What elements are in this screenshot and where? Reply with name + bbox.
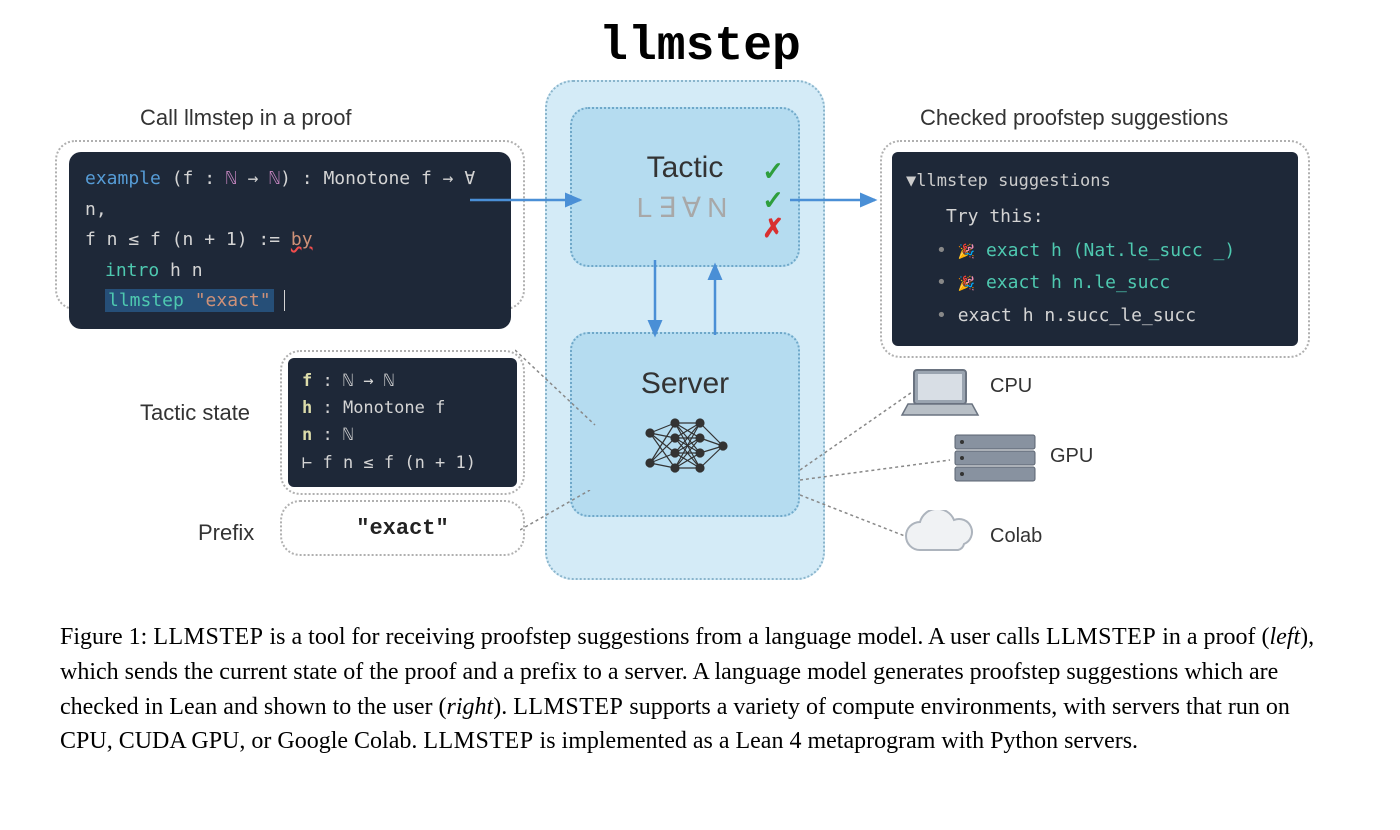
cpu-label: CPU (990, 375, 1032, 398)
code-line-1: example (f : ℕ → ℕ) : Monotone f → ∀ n, (85, 164, 495, 225)
prefix-label: Prefix (198, 520, 254, 546)
code-line-2: f n ≤ f (n + 1) := by (85, 225, 495, 256)
tactic-box: Tactic L∃∀N ✓ ✓ ✗ (570, 107, 800, 267)
right-heading: Checked proofstep suggestions (920, 105, 1228, 131)
cross-icon: ✗ (762, 214, 784, 243)
code-line-4: llmstep "exact" (85, 286, 495, 317)
tactic-label: Tactic (647, 151, 724, 185)
suggestion-item[interactable]: • 🎉 exact h (Nat.le_succ _) (936, 235, 1280, 267)
check-icon: ✓ (762, 186, 784, 215)
vertical-arrows (620, 260, 760, 350)
suggestions-panel: ▼llmstep suggestions Try this: • 🎉 exact… (892, 152, 1298, 346)
colab-label: Colab (990, 525, 1042, 548)
prefix-value: "exact" (356, 516, 448, 541)
tactic-state-container: f : ℕ → ℕ h : Monotone f n : ℕ ⊢ f n ≤ f… (280, 350, 525, 495)
left-heading: Call llmstep in a proof (140, 105, 352, 131)
check-icon: ✓ (762, 157, 784, 186)
laptop-icon (900, 365, 980, 425)
code-line-3: intro h n (85, 256, 495, 287)
dotted-connector-2 (520, 490, 600, 545)
suggestion-item[interactable]: • 🎉 exact h n.le_succ (936, 267, 1280, 299)
prefix-container: "exact" (280, 500, 525, 556)
figure-caption: Figure 1: LLMSTEP is a tool for receivin… (60, 620, 1340, 759)
diagram-title: llmstep (599, 20, 801, 74)
party-icon: 🎉 (958, 244, 975, 260)
flow-arrow-1 (470, 190, 600, 220)
gpu-label: GPU (1050, 445, 1093, 468)
party-icon: 🎉 (958, 276, 975, 292)
code-container: example (f : ℕ → ℕ) : Monotone f → ∀ n, … (55, 140, 525, 310)
neural-network-icon (635, 413, 735, 483)
try-this-label: Try this: (946, 201, 1280, 233)
lean-logo: L∃∀N (637, 191, 734, 224)
proof-code: example (f : ℕ → ℕ) : Monotone f → ∀ n, … (69, 152, 511, 329)
suggestions-container: ▼llmstep suggestions Try this: • 🎉 exact… (880, 140, 1310, 358)
suggestion-item[interactable]: • exact h n.succ_le_succ (936, 300, 1280, 332)
gpu-server-icon (950, 430, 1040, 490)
dotted-connector-1 (515, 340, 605, 440)
check-icons: ✓ ✓ ✗ (762, 157, 784, 243)
flow-arrow-2 (790, 190, 890, 220)
tactic-state: f : ℕ → ℕ h : Monotone f n : ℕ ⊢ f n ≤ f… (288, 358, 517, 487)
tactic-state-label: Tactic state (140, 400, 250, 426)
suggestions-header: ▼llmstep suggestions (906, 166, 1280, 197)
cloud-icon (895, 510, 985, 565)
server-label: Server (641, 367, 729, 401)
